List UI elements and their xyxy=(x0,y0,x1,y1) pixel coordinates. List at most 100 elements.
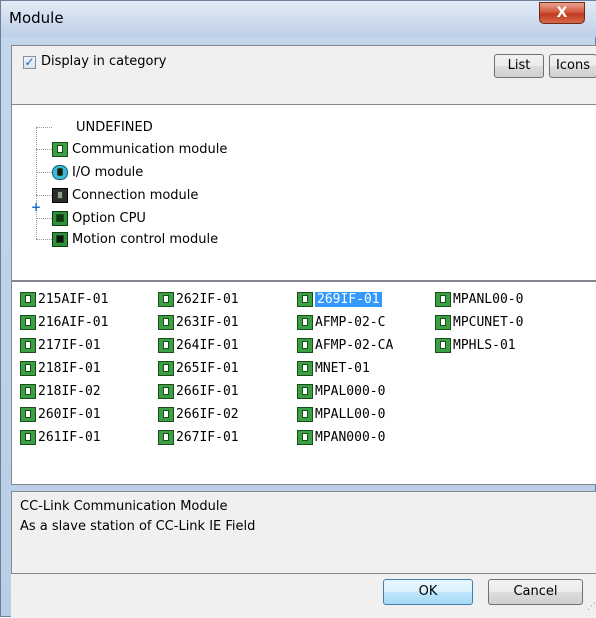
ok-button[interactable]: OK xyxy=(383,579,473,605)
module-list-item[interactable]: AFMP-02-CA xyxy=(297,336,393,355)
display-in-category-checkbox[interactable]: ✓ xyxy=(23,56,36,69)
module-icon xyxy=(297,430,313,445)
module-list-item[interactable]: MPALL00-0 xyxy=(297,405,385,424)
module-icon xyxy=(297,361,313,376)
description-line-1: CC-Link Communication Module xyxy=(20,499,228,514)
module-list-item[interactable]: 215AIF-01 xyxy=(20,290,108,309)
module-icon xyxy=(297,315,313,330)
module-grid: 215AIF-01 216AIF-01 217IF-01 218IF-01 218IF-… xyxy=(11,281,596,485)
module-list-item[interactable]: 262IF-01 xyxy=(158,290,239,309)
tree-connector xyxy=(36,149,52,150)
module-label: 218IF-02 xyxy=(38,384,101,399)
tree-item-undefined[interactable]: UNDEFINED xyxy=(56,117,153,137)
tree-item-label: Communication module xyxy=(72,141,228,157)
expand-plus-icon[interactable]: + xyxy=(31,200,41,214)
resize-grip-icon[interactable]: ⋰ xyxy=(587,602,596,612)
module-label: MPHLS-01 xyxy=(453,338,516,353)
module-icon xyxy=(158,361,174,376)
module-list-item[interactable]: AFMP-02-C xyxy=(297,313,385,332)
module-label: MPAL000-0 xyxy=(315,384,386,399)
module-list-item[interactable]: 266IF-01 xyxy=(158,382,239,401)
tree-connector xyxy=(36,127,37,239)
module-list-item[interactable]: MPCUNET-0 xyxy=(435,313,523,332)
module-icon xyxy=(435,315,451,330)
io-module-icon xyxy=(52,164,68,180)
communication-module-icon xyxy=(52,141,68,157)
list-button[interactable]: List xyxy=(494,54,544,78)
module-label: 215AIF-01 xyxy=(38,292,109,307)
module-list-item[interactable]: 260IF-01 xyxy=(20,405,101,424)
module-list-item[interactable]: MPANL00-0 xyxy=(435,290,523,309)
module-label: 261IF-01 xyxy=(38,430,101,445)
module-icon xyxy=(435,338,451,353)
tree-item-communication-module[interactable]: Communication module xyxy=(52,139,227,159)
tree-connector xyxy=(36,127,52,128)
module-label: AFMP-02-C xyxy=(315,315,386,330)
close-button[interactable]: X xyxy=(539,2,585,24)
module-list-item[interactable]: MPHLS-01 xyxy=(435,336,516,355)
description-panel: CC-Link Communication Module As a slave … xyxy=(11,491,596,574)
tree-item-label: UNDEFINED xyxy=(76,119,153,135)
tree-item-connection-module[interactable]: Connection module xyxy=(52,185,198,205)
tree-item-label: Motion control module xyxy=(72,231,219,247)
cancel-button[interactable]: Cancel xyxy=(488,579,583,605)
tree-connector xyxy=(36,172,52,173)
module-icon xyxy=(20,407,36,422)
module-label: 263IF-01 xyxy=(176,315,239,330)
module-label: MPAN000-0 xyxy=(315,430,386,445)
module-list-item[interactable]: 267IF-01 xyxy=(158,428,239,447)
module-list-item[interactable]: MPAL000-0 xyxy=(297,382,385,401)
module-label: 264IF-01 xyxy=(176,338,239,353)
module-list-item[interactable]: 266IF-02 xyxy=(158,405,239,424)
module-label: 267IF-01 xyxy=(176,430,239,445)
module-icon xyxy=(158,430,174,445)
tree-item-label: I/O module xyxy=(72,164,144,180)
window-title: Module xyxy=(9,9,64,27)
module-dialog: Module X ✓ Display in category List Icon… xyxy=(0,0,596,618)
module-list-item[interactable]: 261IF-01 xyxy=(20,428,101,447)
options-panel: ✓ Display in category List Icons xyxy=(11,45,596,105)
module-list-item[interactable]: 217IF-01 xyxy=(20,336,101,355)
title-bar[interactable]: Module X xyxy=(1,1,596,37)
tree-item-io-module[interactable]: I/O module xyxy=(52,162,143,182)
module-icon xyxy=(158,384,174,399)
icons-button[interactable]: Icons xyxy=(549,54,596,78)
module-list-item[interactable]: 263IF-01 xyxy=(158,313,239,332)
module-icon xyxy=(20,430,36,445)
module-icon xyxy=(297,384,313,399)
display-in-category-label[interactable]: Display in category xyxy=(41,54,167,69)
module-label: AFMP-02-CA xyxy=(315,338,394,353)
module-label: 266IF-01 xyxy=(176,384,239,399)
tree-item-option-cpu[interactable]: Option CPU xyxy=(52,208,146,228)
tree-connector xyxy=(36,218,52,219)
module-label: 262IF-01 xyxy=(176,292,239,307)
module-label: 217IF-01 xyxy=(38,338,101,353)
module-list-item[interactable]: 264IF-01 xyxy=(158,336,239,355)
module-icon xyxy=(297,292,313,307)
module-list-item[interactable]: MPAN000-0 xyxy=(297,428,385,447)
module-list-item[interactable]: 265IF-01 xyxy=(158,359,239,378)
module-icon xyxy=(297,338,313,353)
tree-item-label: Connection module xyxy=(72,187,199,203)
motion-control-module-icon xyxy=(52,231,68,247)
module-icon xyxy=(158,315,174,330)
module-list-item[interactable]: MNET-01 xyxy=(297,359,370,378)
module-icon xyxy=(20,384,36,399)
module-label: 265IF-01 xyxy=(176,361,239,376)
module-label: MPANL00-0 xyxy=(453,292,524,307)
connection-module-icon xyxy=(52,187,68,203)
module-list-item[interactable]: 216AIF-01 xyxy=(20,313,108,332)
module-label: MNET-01 xyxy=(315,361,370,376)
tree-item-motion-control-module[interactable]: Motion control module xyxy=(52,229,218,249)
module-list-item[interactable]: 218IF-01 xyxy=(20,359,101,378)
module-label: MPALL00-0 xyxy=(315,407,386,422)
module-icon xyxy=(158,407,174,422)
module-icon xyxy=(20,338,36,353)
module-label: 260IF-01 xyxy=(38,407,101,422)
module-label: 218IF-01 xyxy=(38,361,101,376)
module-list-item[interactable]: 218IF-02 xyxy=(20,382,101,401)
tree-item-label: Option CPU xyxy=(72,210,146,226)
module-list-item[interactable]: 269IF-01 xyxy=(297,290,382,309)
module-icon xyxy=(158,338,174,353)
module-icon xyxy=(20,315,36,330)
